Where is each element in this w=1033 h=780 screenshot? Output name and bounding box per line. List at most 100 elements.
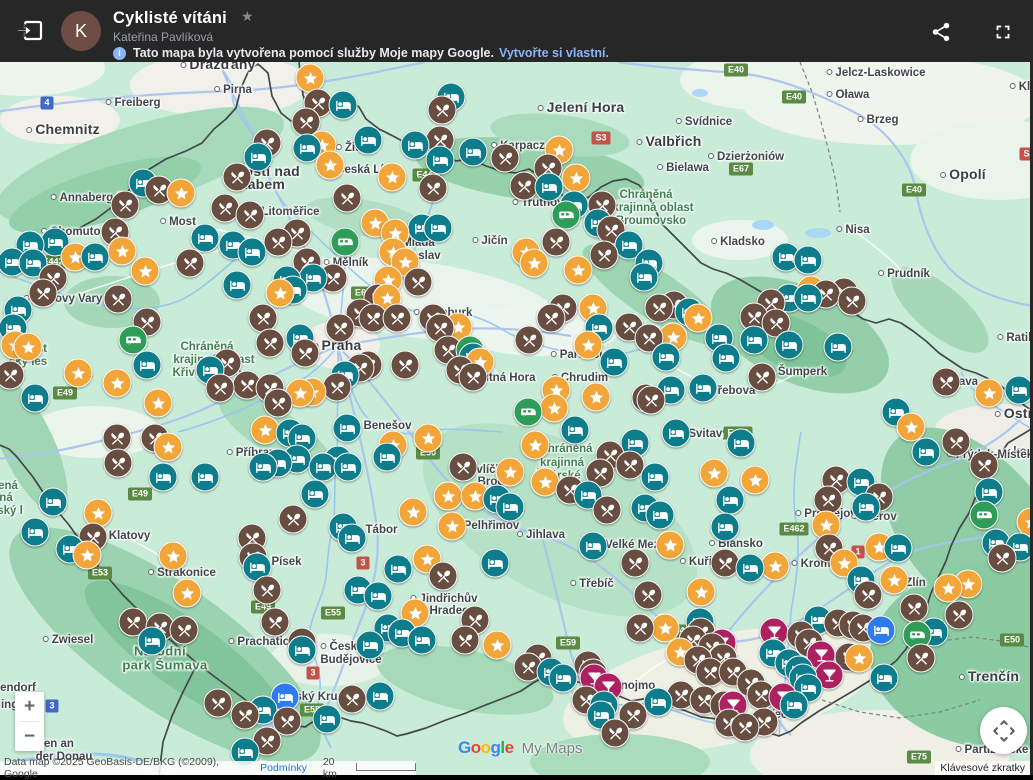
star-marker[interactable] <box>520 249 549 278</box>
restaurant-marker[interactable] <box>988 544 1017 573</box>
terms-link[interactable]: Podmínky <box>260 762 307 774</box>
restaurant-marker[interactable] <box>459 363 488 392</box>
hotel-marker[interactable] <box>238 238 267 267</box>
restaurant-marker[interactable] <box>731 713 760 742</box>
star-marker[interactable] <box>540 394 569 423</box>
star-marker[interactable] <box>564 256 593 285</box>
restaurant-marker[interactable] <box>206 374 235 403</box>
star-marker[interactable] <box>131 257 160 286</box>
star-marker[interactable] <box>562 164 591 193</box>
star-marker[interactable] <box>582 383 611 412</box>
hotel-marker[interactable] <box>191 463 220 492</box>
restaurant-marker[interactable] <box>323 373 352 402</box>
hotel-marker[interactable] <box>333 414 362 443</box>
hotel-marker[interactable] <box>561 416 590 445</box>
hotel-marker[interactable] <box>870 664 899 693</box>
star-marker[interactable] <box>64 359 93 388</box>
restaurant-marker[interactable] <box>170 616 199 645</box>
star-marker[interactable] <box>14 333 43 362</box>
hotel-marker[interactable] <box>641 463 670 492</box>
restaurant-marker[interactable] <box>451 626 480 655</box>
hotel-marker[interactable] <box>775 331 804 360</box>
restaurant-marker[interactable] <box>900 594 929 623</box>
hotel-marker[interactable] <box>373 443 402 472</box>
restaurant-marker[interactable] <box>838 287 867 316</box>
fullscreen-icon[interactable] <box>992 21 1014 43</box>
camping-marker[interactable] <box>552 201 581 230</box>
restaurant-marker[interactable] <box>223 163 252 192</box>
camping-marker[interactable] <box>514 398 543 427</box>
hotel-marker[interactable] <box>366 682 395 711</box>
hotel-marker[interactable] <box>600 348 629 377</box>
hotel-marker[interactable] <box>481 549 510 578</box>
restaurant-marker[interactable] <box>264 389 293 418</box>
hotel-marker[interactable] <box>301 480 330 509</box>
hotel-marker[interactable] <box>736 554 765 583</box>
hotel-marker[interactable] <box>329 91 358 120</box>
zoom-out-button[interactable]: − <box>15 722 44 751</box>
hotel-marker[interactable] <box>384 555 413 584</box>
hotel-marker[interactable] <box>884 534 913 563</box>
star-marker[interactable] <box>103 369 132 398</box>
selected-hotel-marker[interactable] <box>867 616 896 645</box>
hotel-marker[interactable] <box>794 284 823 313</box>
restaurant-marker[interactable] <box>626 614 655 643</box>
restaurant-marker[interactable] <box>279 505 308 534</box>
restaurant-marker[interactable] <box>932 368 961 397</box>
restaurant-marker[interactable] <box>29 279 58 308</box>
restaurant-marker[interactable] <box>264 228 293 257</box>
hotel-marker[interactable] <box>716 486 745 515</box>
star-marker[interactable] <box>761 552 790 581</box>
star-marker[interactable] <box>159 542 188 571</box>
hotel-marker[interactable] <box>21 384 50 413</box>
restaurant-marker[interactable] <box>176 249 205 278</box>
restaurant-marker[interactable] <box>338 685 367 714</box>
restaurant-marker[interactable] <box>491 144 520 173</box>
star-marker[interactable] <box>496 458 525 487</box>
hotel-marker[interactable] <box>912 438 941 467</box>
restaurant-marker[interactable] <box>231 701 260 730</box>
hotel-marker[interactable] <box>81 243 110 272</box>
hotel-marker[interactable] <box>712 344 741 373</box>
hotel-marker[interactable] <box>1005 376 1033 405</box>
star-marker[interactable] <box>144 389 173 418</box>
hotel-marker[interactable] <box>223 271 252 300</box>
restaurant-marker[interactable] <box>291 339 320 368</box>
hotel-marker[interactable] <box>313 705 342 734</box>
restaurant-marker[interactable] <box>326 314 355 343</box>
star-marker[interactable] <box>73 541 102 570</box>
star-marker[interactable] <box>975 379 1004 408</box>
hotel-marker[interactable] <box>824 333 853 362</box>
star-marker[interactable] <box>167 179 196 208</box>
restaurant-marker[interactable] <box>256 329 285 358</box>
hotel-marker[interactable] <box>133 351 162 380</box>
restaurant-marker[interactable] <box>111 191 140 220</box>
restaurant-marker[interactable] <box>537 304 566 333</box>
restaurant-marker[interactable] <box>428 96 457 125</box>
star-marker[interactable] <box>845 644 874 673</box>
star-marker[interactable] <box>700 459 729 488</box>
star-marker[interactable] <box>434 482 463 511</box>
avatar[interactable]: K <box>61 11 101 51</box>
star-marker[interactable] <box>934 574 963 603</box>
restaurant-marker[interactable] <box>429 562 458 591</box>
star-marker[interactable] <box>521 431 550 460</box>
hotel-marker[interactable] <box>459 138 488 167</box>
keyboard-shortcuts-button[interactable]: Klávesové zkratky <box>935 761 1030 775</box>
hotel-marker[interactable] <box>794 246 823 275</box>
restaurant-marker[interactable] <box>204 689 233 718</box>
restaurant-marker[interactable] <box>634 581 663 610</box>
star-marker[interactable] <box>414 424 443 453</box>
create-your-own-link[interactable]: Vytvořte si vlastní. <box>499 46 609 60</box>
camping-marker[interactable] <box>970 501 999 530</box>
restaurant-marker[interactable] <box>404 268 433 297</box>
hotel-marker[interactable] <box>249 453 278 482</box>
restaurant-marker[interactable] <box>593 496 622 525</box>
star-marker[interactable] <box>173 579 202 608</box>
pan-control-button[interactable] <box>980 707 1027 754</box>
restaurant-marker[interactable] <box>542 228 571 257</box>
restaurant-marker[interactable] <box>391 351 420 380</box>
hotel-marker[interactable] <box>646 501 675 530</box>
star-marker[interactable] <box>378 163 407 192</box>
hotel-marker[interactable] <box>579 532 608 561</box>
